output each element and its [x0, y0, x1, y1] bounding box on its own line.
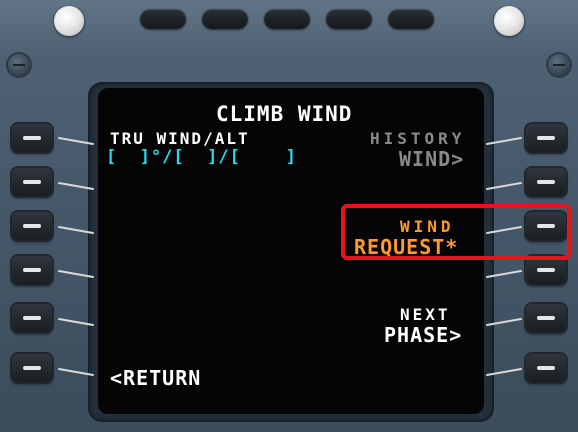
- lsk-6r[interactable]: [526, 354, 566, 382]
- page-title: CLIMB WIND: [216, 102, 353, 126]
- lsk-6l[interactable]: [12, 354, 52, 382]
- top-key-4[interactable]: [326, 9, 372, 29]
- top-key-2[interactable]: [202, 9, 248, 29]
- screw-right: [548, 54, 570, 76]
- lsk-2l[interactable]: [12, 168, 52, 196]
- lsk-4l[interactable]: [12, 256, 52, 284]
- tru-wind-alt-field[interactable]: [ ]°/[ ]/[ ]: [106, 149, 297, 166]
- tru-wind-alt-label: TRU WIND/ALT: [110, 129, 250, 148]
- lsk-3l[interactable]: [12, 212, 52, 240]
- lsk-1r[interactable]: [526, 124, 566, 152]
- lsk-5r[interactable]: [526, 304, 566, 332]
- top-key-3[interactable]: [264, 9, 310, 29]
- lsk-4r[interactable]: [526, 256, 566, 284]
- next-phase-label: NEXT: [400, 305, 451, 324]
- top-key-1[interactable]: [140, 9, 186, 29]
- lsk-5l[interactable]: [12, 304, 52, 332]
- brightness-knob-right[interactable]: [494, 6, 524, 36]
- lsk-1l[interactable]: [12, 124, 52, 152]
- wind-request-highlight-box: [341, 204, 571, 260]
- history-wind-value[interactable]: WIND>: [399, 149, 464, 169]
- screw-left: [8, 54, 30, 76]
- brightness-knob-left[interactable]: [54, 6, 84, 36]
- history-wind-label: HISTORY: [370, 129, 466, 148]
- top-key-5[interactable]: [388, 9, 434, 29]
- lsk-2r[interactable]: [526, 168, 566, 196]
- return-button[interactable]: <RETURN: [110, 368, 201, 388]
- next-phase-value[interactable]: PHASE>: [384, 325, 462, 345]
